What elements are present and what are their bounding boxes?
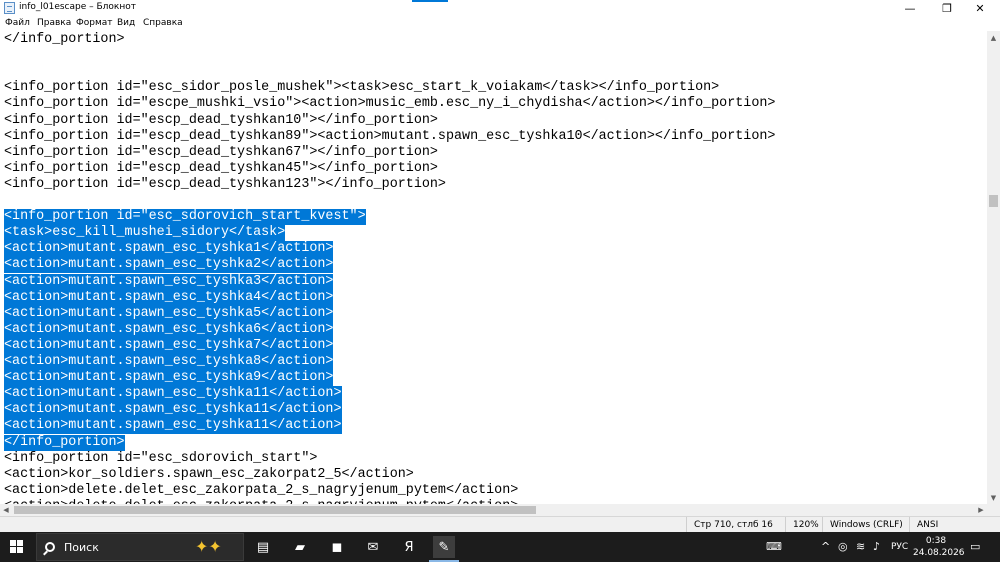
menu-format[interactable]: Формат <box>76 18 113 28</box>
vertical-scroll-thumb[interactable] <box>989 195 998 207</box>
notification-center-icon[interactable]: ▭ <box>970 540 980 553</box>
editor-line: <action>mutant.spawn_esc_tyshka9</action… <box>4 370 334 387</box>
editor-line: <info_portion id="escp_dead_tyshkan123">… <box>4 176 446 192</box>
editor-line: <info_portion id="escp_dead_tyshkan45"><… <box>4 160 438 176</box>
yandex-browser-icon[interactable]: Я <box>398 536 420 558</box>
scroll-down-icon[interactable]: ▼ <box>987 491 1000 504</box>
windows-logo-icon <box>10 540 16 546</box>
window-title: info_l01escape – Блокнот <box>19 2 136 12</box>
notepad-icon[interactable]: ✎ <box>433 536 455 558</box>
vertical-scrollbar[interactable]: ▲ ▼ <box>987 31 1000 504</box>
editor-line: <action>mutant.spawn_esc_tyshka11</actio… <box>4 386 342 403</box>
editor-line: <action>mutant.spawn_esc_tyshka7</action… <box>4 337 334 354</box>
editor-line: <action>mutant.spawn_esc_tyshka11</actio… <box>4 402 342 419</box>
volume-icon[interactable]: ♪ <box>873 540 880 553</box>
clock[interactable]: 0:38 24.08.2026 <box>913 535 965 559</box>
close-button[interactable]: ✕ <box>965 0 995 16</box>
editor-line: <info_portion id="esc_sdorovich_start"> <box>4 450 318 466</box>
editor-line: <action>mutant.spawn_esc_tyshka4</action… <box>4 289 334 306</box>
text-editor[interactable]: </info_portion> <info_portion id="esc_sid… <box>0 31 987 504</box>
editor-line: <action>kor_soldiers.spawn_esc_zakorpat2… <box>4 466 414 482</box>
search-highlight-icon: ✦✦ <box>195 537 222 556</box>
editor-line: <info_portion id="esc_sdorovich_start_kv… <box>4 209 366 226</box>
editor-line: </info_portion> <box>4 32 125 47</box>
search-placeholder: Поиск <box>64 541 99 554</box>
editor-line: </info_portion> <box>4 434 125 451</box>
scroll-up-icon[interactable]: ▲ <box>987 31 1000 44</box>
taskbar: Поиск ✦✦ ▤ ▰ ◼ ✉ Я ✎ ⌨ ^ ◎ ≋ ♪ РУС 0:38 24.08… <box>0 532 1000 562</box>
microsoft-store-icon[interactable]: ◼ <box>326 536 348 558</box>
editor-line: <action>mutant.spawn_esc_tyshka5</action… <box>4 305 334 322</box>
editor-line: <action>mutant.spawn_esc_tyshka6</action… <box>4 321 334 338</box>
outlook-icon[interactable]: ✉ <box>362 536 384 558</box>
encoding: ANSI <box>909 517 1000 533</box>
show-hidden-icons-icon[interactable]: ^ <box>821 540 830 553</box>
editor-line: <action>mutant.spawn_esc_tyshka8</action… <box>4 354 334 370</box>
editor-line: <action>mutant.spawn_esc_tyshka3</action… <box>4 273 334 290</box>
editor-line: <info_portion id="escp_dead_tyshkan89"><… <box>4 128 776 144</box>
start-button[interactable] <box>10 540 24 554</box>
minimize-button[interactable]: — <box>895 0 925 16</box>
editor-line: <info_portion id="escp_dead_tyshkan10"><… <box>4 112 438 128</box>
editor-line: <info_portion id="esc_sidor_posle_mushek… <box>4 80 720 96</box>
task-view-icon[interactable]: ▤ <box>252 536 274 558</box>
zoom-level: 120% <box>785 517 821 533</box>
clock-time: 0:38 <box>925 536 947 546</box>
editor-line: <action>mutant.spawn_esc_tyshka2</action… <box>4 257 334 274</box>
editor-line: <action>mutant.spawn_esc_tyshka1</action… <box>4 241 334 258</box>
line-ending: Windows (CRLF) <box>822 517 908 533</box>
editor-line: <action>mutant.spawn_esc_tyshka11</actio… <box>4 418 342 435</box>
status-bar: Стр 710, стлб 16 120% Windows (CRLF) ANS… <box>0 516 1000 533</box>
menu-file[interactable]: Файл <box>5 18 30 28</box>
editor-line: <action>delete.delet_esc_zakorpata_2_s_n… <box>4 482 519 498</box>
scroll-right-icon[interactable]: ▶ <box>975 504 987 516</box>
horizontal-scroll-thumb[interactable] <box>14 506 536 514</box>
menu-edit[interactable]: Правка <box>37 18 71 28</box>
clock-date: 24.08.2026 <box>913 548 965 558</box>
notepad-app-icon <box>4 2 15 14</box>
menu-bar: Файл Правка Формат Вид Справка <box>0 16 1000 31</box>
title-bar: info_l01escape – Блокнот — ❐ ✕ <box>0 0 1000 16</box>
scroll-corner <box>987 504 1000 516</box>
editor-line: <info_portion id="escp_dead_tyshkan67"><… <box>4 144 438 160</box>
network-icon[interactable]: ◎ <box>838 540 848 553</box>
file-explorer-icon[interactable]: ▰ <box>289 536 311 558</box>
wifi-icon[interactable]: ≋ <box>856 540 865 553</box>
menu-help[interactable]: Справка <box>143 18 183 28</box>
editor-line: <info_portion id="escpe_mushki_vsio"><ac… <box>4 96 776 112</box>
scroll-left-icon[interactable]: ◀ <box>0 504 12 516</box>
taskbar-search[interactable]: Поиск ✦✦ <box>36 533 244 561</box>
keyboard-icon[interactable]: ⌨ <box>766 540 782 553</box>
horizontal-scrollbar[interactable]: ◀ ▶ <box>0 504 987 516</box>
editor-line: <task>esc_kill_mushei_sidory</task> <box>4 225 286 242</box>
search-icon <box>45 542 55 552</box>
menu-view[interactable]: Вид <box>117 18 135 28</box>
maximize-button[interactable]: ❐ <box>932 0 962 16</box>
input-language[interactable]: РУС <box>891 542 908 552</box>
title-accent <box>412 0 448 2</box>
cursor-position: Стр 710, стлб 16 <box>686 517 784 533</box>
